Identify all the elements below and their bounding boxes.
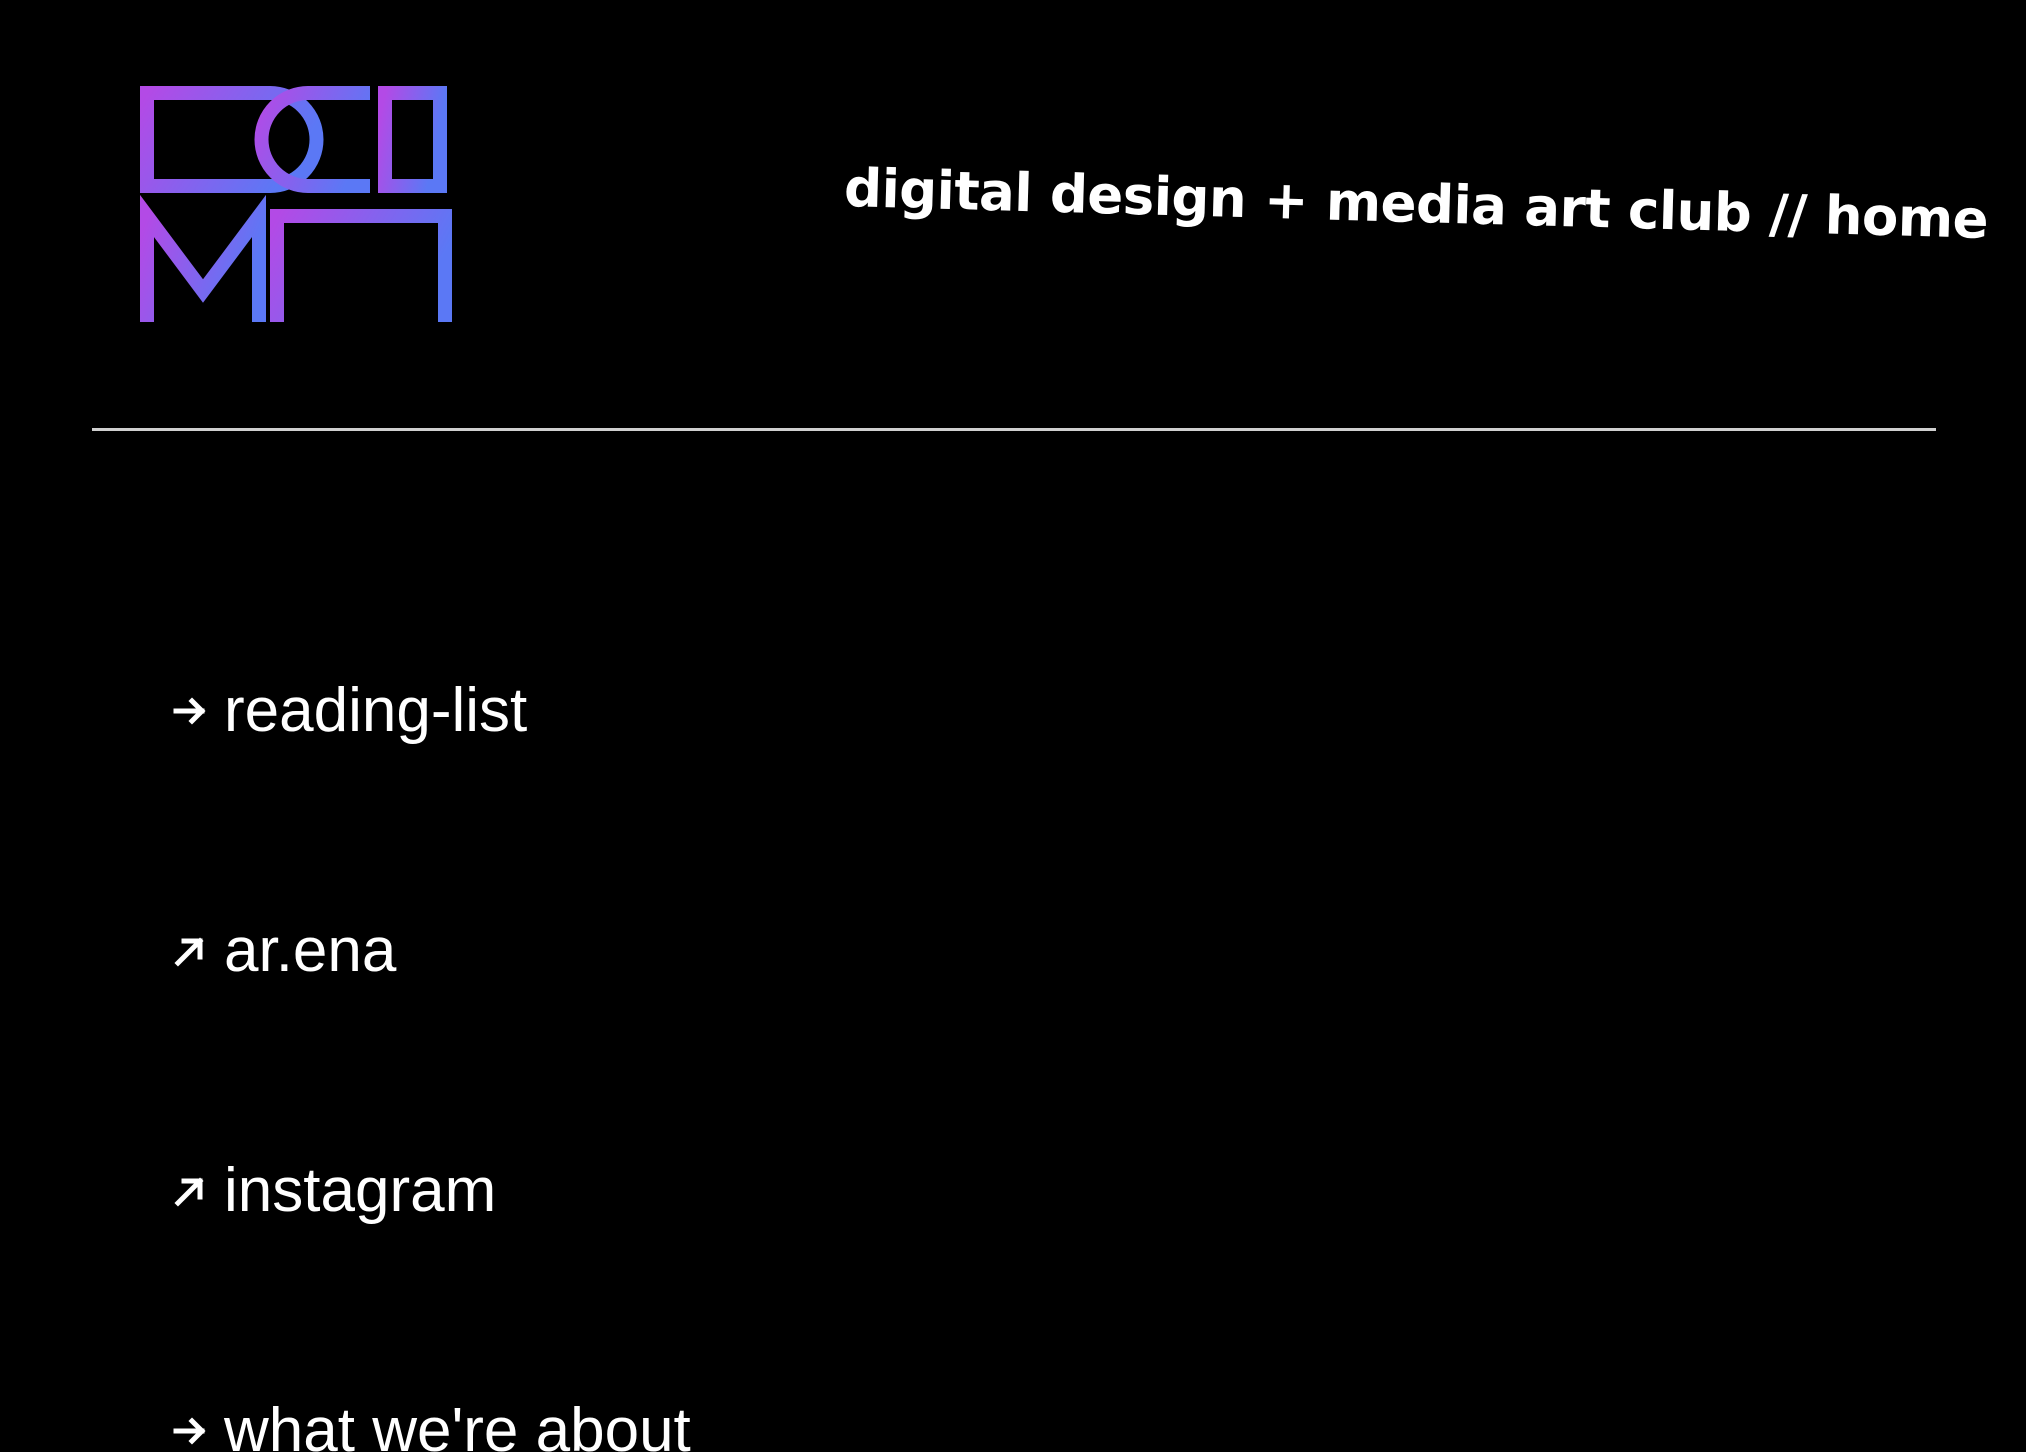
ddma-logo[interactable] (140, 86, 452, 322)
site-tagline: digital design + media art club // home (843, 158, 1989, 251)
nav-link-reading-list[interactable]: reading-list (170, 680, 527, 742)
arrow-up-right-icon (170, 1173, 212, 1209)
arrow-right-icon (170, 693, 212, 729)
nav-label: what we're about (224, 1396, 691, 1452)
nav-label: reading-list (224, 676, 528, 745)
arrow-right-icon (170, 1413, 212, 1449)
arrow-up-right-icon (170, 933, 212, 969)
nav-link-arena[interactable]: ar.ena (170, 920, 396, 982)
header-divider (92, 428, 1936, 431)
nav-label: ar.ena (224, 916, 397, 985)
nav-link-about[interactable]: what we're about (170, 1400, 691, 1452)
nav-label: instagram (224, 1156, 497, 1225)
nav-link-instagram[interactable]: instagram (170, 1160, 496, 1222)
